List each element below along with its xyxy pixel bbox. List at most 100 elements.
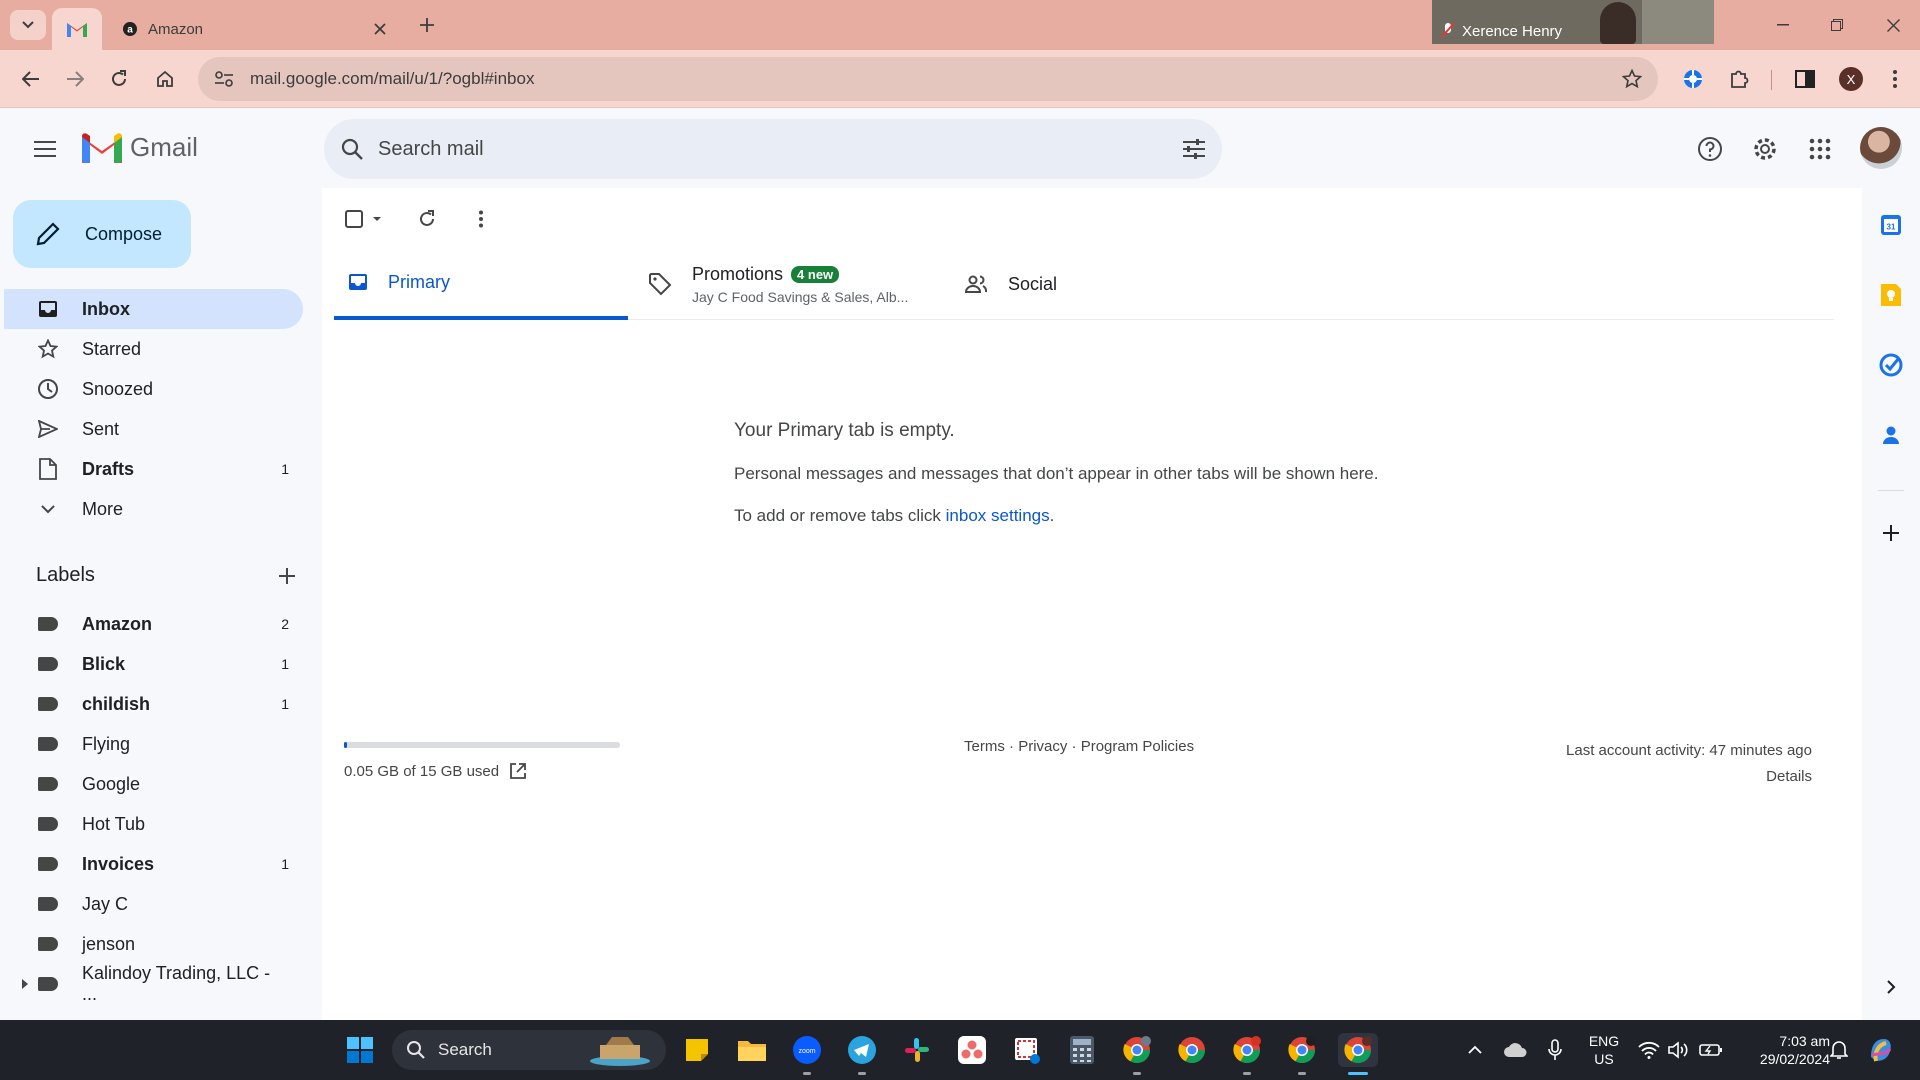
tab-promotions[interactable]: Promotions 4 new Jay C Food Savings & Sal… [648,248,938,320]
minimize-button[interactable] [1760,10,1806,40]
taskbar-chrome-profile-1[interactable] [1120,1033,1154,1075]
nav-more[interactable]: More [4,489,303,529]
label-flying[interactable]: Flying [4,724,303,764]
forward-button[interactable] [60,64,90,94]
microphone-button[interactable] [1538,1033,1572,1067]
compose-button[interactable]: Compose [13,200,191,268]
start-button[interactable] [343,1033,377,1067]
promotions-info: Promotions 4 new Jay C Food Savings & Sal… [692,264,908,305]
nav-snoozed[interactable]: Snoozed [4,369,303,409]
tab-primary[interactable]: Primary [334,248,628,320]
wifi-status[interactable] [1632,1033,1666,1067]
more-actions-button[interactable] [466,204,496,234]
new-tab-button[interactable] [412,10,442,40]
nav-sent[interactable]: Sent [4,409,303,449]
nav-inbox[interactable]: Inbox [4,289,303,329]
label-google[interactable]: Google [4,764,303,804]
taskbar-search[interactable]: Search [392,1030,666,1070]
battery-status[interactable] [1694,1033,1728,1067]
inbox-settings-link[interactable]: inbox settings [946,506,1050,525]
google-apps-button[interactable] [1802,131,1838,167]
restore-button[interactable] [1814,10,1860,40]
taskbar-sticky-notes[interactable] [680,1033,714,1067]
terms-link[interactable]: Terms [964,738,1005,755]
main-menu-button[interactable] [30,134,60,164]
support-button[interactable] [1692,131,1728,167]
label-amazon[interactable]: Amazon 2 [4,604,303,644]
taskbar-chrome-profile-3[interactable] [1230,1033,1264,1075]
label-tag-icon [36,892,60,916]
address-bar[interactable]: mail.google.com/mail/u/1/?ogbl#inbox [198,57,1658,101]
tab-gmail[interactable] [52,8,102,50]
label-jenson[interactable]: jenson [4,924,303,964]
language-indicator[interactable]: ENG US [1584,1032,1624,1068]
label-childish[interactable]: childish 1 [4,684,303,724]
side-panel-button[interactable] [1790,64,1820,94]
notifications-button[interactable] [1822,1033,1856,1067]
tab-amazon[interactable]: a Amazon [108,8,398,50]
taskbar-file-explorer[interactable] [735,1033,769,1067]
zoom-video-overlay[interactable]: Xerence Henry [1432,0,1714,44]
refresh-button[interactable] [412,204,442,234]
open-in-new-icon[interactable] [509,762,527,780]
taskbar-chrome-profile-4[interactable] [1285,1033,1319,1075]
back-button[interactable] [16,64,46,94]
copilot-icon [1871,1039,1892,1062]
show-side-panel-button[interactable] [1876,972,1906,1002]
nav-drafts[interactable]: Drafts 1 [4,449,303,489]
label-hot-tub[interactable]: Hot Tub [4,804,303,844]
taskbar-telegram[interactable] [845,1033,879,1075]
gmail-logo[interactable]: Gmail [82,132,198,163]
onedrive-button[interactable] [1498,1033,1532,1067]
minimize-icon [1777,24,1789,26]
nav-starred[interactable]: Starred [4,329,303,369]
copilot-button[interactable] [1864,1033,1898,1067]
bookmark-star-icon[interactable] [1622,69,1642,89]
keep-app-button[interactable] [1876,280,1906,310]
url-text[interactable]: mail.google.com/mail/u/1/?ogbl#inbox [250,69,1622,89]
taskbar-chrome-profile-2[interactable] [1175,1033,1209,1067]
profile-button[interactable]: X [1836,64,1866,94]
search-input[interactable] [378,137,1182,161]
label-name: Hot Tub [82,813,146,834]
extension-button[interactable] [1678,64,1708,94]
select-all-checkbox[interactable] [344,204,388,234]
privacy-link[interactable]: Privacy [1018,738,1067,755]
calendar-app-button[interactable]: 31 [1876,210,1906,240]
close-window-button[interactable] [1870,10,1916,40]
account-avatar[interactable] [1860,127,1902,169]
settings-button[interactable] [1747,131,1783,167]
label-jay-c[interactable]: Jay C [4,884,303,924]
tasks-app-button[interactable] [1876,350,1906,380]
taskbar-snipping-tool[interactable] [1010,1033,1044,1067]
taskbar-calculator[interactable] [1065,1033,1099,1067]
taskbar-chrome-active[interactable] [1338,1033,1378,1075]
get-addons-button[interactable] [1876,518,1906,548]
volume-status[interactable] [1662,1033,1696,1067]
label-kalindoy-trading[interactable]: Kalindoy Trading, LLC - ... [4,963,303,1004]
extensions-button[interactable] [1724,64,1754,94]
taskbar-zoom[interactable]: zoom [790,1033,824,1075]
create-label-plus-icon[interactable] [278,567,296,585]
tab-social[interactable]: Social [964,248,1184,320]
close-icon[interactable] [374,23,386,35]
contacts-app-button[interactable] [1876,420,1906,450]
tab-search-button[interactable] [10,10,46,40]
search-options-icon[interactable] [1182,138,1206,160]
browser-menu-button[interactable] [1880,64,1910,94]
details-link[interactable]: Details [1566,764,1812,790]
expand-arrow-icon[interactable] [22,979,28,989]
search-icon[interactable] [340,137,364,161]
label-invoices[interactable]: Invoices 1 [4,844,303,884]
site-settings-icon[interactable] [214,70,234,88]
program-policies-link[interactable]: Program Policies [1081,738,1194,755]
label-blick[interactable]: Blick 1 [4,644,303,684]
taskbar-slack[interactable] [900,1033,934,1067]
search-bar[interactable] [324,119,1222,179]
reload-button[interactable] [104,64,134,94]
taskbar-asana[interactable] [955,1033,989,1067]
home-button[interactable] [150,64,180,94]
clock[interactable]: 7:03 am 29/02/2024 [1730,1032,1830,1068]
account-activity: Last account activity: 47 minutes ago De… [1566,738,1812,790]
show-hidden-icons-button[interactable] [1458,1033,1492,1067]
